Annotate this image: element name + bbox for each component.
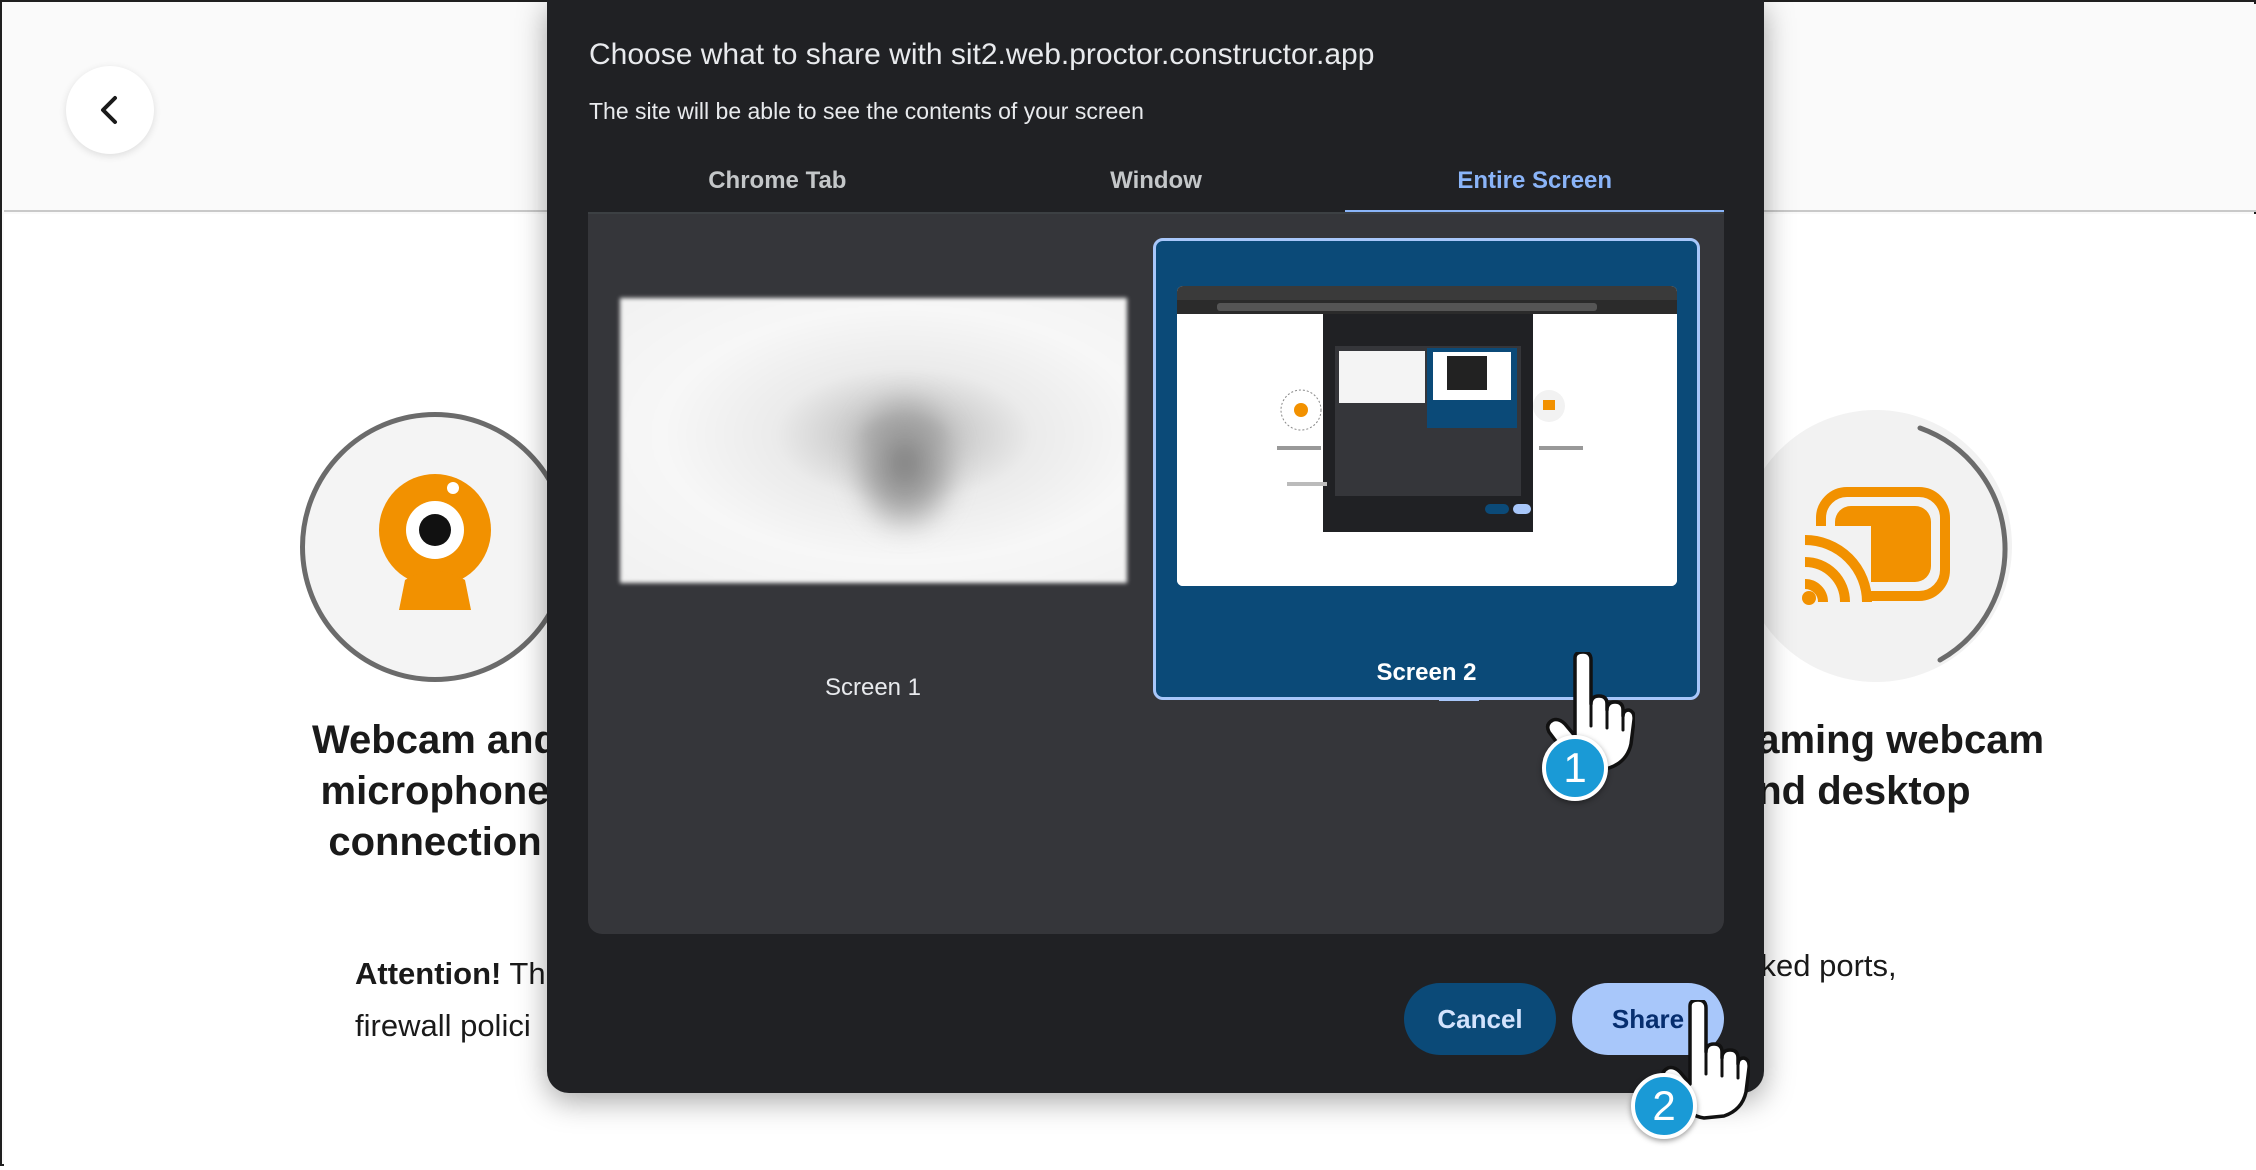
- share-screen-dialog: Choose what to share with sit2.web.proct…: [547, 0, 1764, 1093]
- step-badge-2: 2: [1631, 1073, 1697, 1139]
- screen-2-preview: [1177, 286, 1677, 586]
- webcam-icon: [379, 474, 491, 610]
- tab-chrome-tab[interactable]: Chrome Tab: [588, 160, 967, 214]
- webcam-step-circle: [300, 412, 570, 682]
- tab-window[interactable]: Window: [967, 160, 1346, 214]
- screen-2-underline: [1439, 698, 1479, 701]
- attention-note-right: cked ports,: [1745, 948, 1897, 983]
- step-badge-1: 1: [1542, 735, 1608, 801]
- attention-text-line2: firewall polici: [355, 1008, 531, 1043]
- screen-1-label: Screen 1: [824, 674, 922, 701]
- attention-note: Attention! Th firewall polici: [355, 948, 546, 1052]
- screens-panel: Screen 1 Screen 2: [588, 214, 1724, 934]
- screen-option-1[interactable]: Screen 1: [618, 238, 1128, 701]
- chevron-left-icon: [101, 96, 117, 124]
- dialog-subtitle: The site will be able to see the content…: [589, 98, 1144, 124]
- screen-1-thumbnail-blur: [850, 393, 960, 533]
- stream-step-title: eaming webcam and desktop: [1735, 718, 2045, 813]
- attention-label: Attention!: [355, 956, 502, 991]
- share-source-tabs: Chrome Tab Window Entire Screen: [588, 160, 1724, 214]
- back-button[interactable]: [66, 66, 154, 154]
- dialog-title: Choose what to share with sit2.web.proct…: [589, 38, 1375, 71]
- cancel-button[interactable]: Cancel: [1404, 983, 1556, 1055]
- progress-arc: [1917, 425, 2008, 663]
- screen-2-thumbnail: [1177, 286, 1677, 586]
- webcam-step-title: Webcam and microphone connection: [312, 718, 558, 864]
- attention-text: Th: [501, 956, 546, 991]
- screen-option-2[interactable]: Screen 2: [1153, 238, 1700, 701]
- tab-entire-screen[interactable]: Entire Screen: [1345, 160, 1724, 214]
